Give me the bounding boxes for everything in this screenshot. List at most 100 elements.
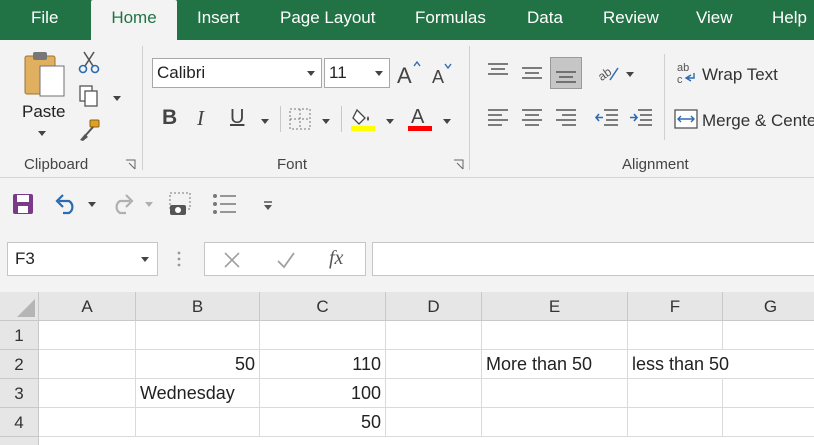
clipboard-launcher-icon[interactable] (125, 159, 136, 170)
font-color-dropdown-icon[interactable] (443, 119, 451, 124)
copy-icon[interactable] (78, 84, 100, 113)
cell-e2[interactable]: More than 50 (482, 350, 628, 379)
redo-dropdown-icon[interactable] (145, 202, 153, 207)
cell-c2[interactable]: 110 (260, 350, 386, 379)
column-header-c[interactable]: C (260, 292, 386, 321)
name-box-dropdown-icon[interactable] (141, 257, 149, 262)
cell-g4[interactable] (723, 408, 814, 437)
cell-a3[interactable] (39, 379, 136, 408)
name-box[interactable]: F3 (7, 242, 158, 276)
cell-c1[interactable] (260, 321, 386, 350)
save-icon[interactable] (12, 193, 34, 220)
tab-view[interactable]: View (696, 0, 733, 40)
cell-f3[interactable] (628, 379, 723, 408)
cell-a4[interactable] (39, 408, 136, 437)
bottom-align-icon[interactable] (550, 57, 582, 89)
drag-handle-icon[interactable] (177, 250, 181, 273)
orientation-icon[interactable]: ab (595, 60, 620, 89)
font-color-icon[interactable]: A (408, 104, 434, 137)
decrease-indent-icon[interactable] (594, 106, 620, 135)
column-header-e[interactable]: E (482, 292, 628, 321)
cell-c3[interactable]: 100 (260, 379, 386, 408)
undo-icon[interactable] (53, 193, 79, 220)
align-center-icon[interactable] (520, 106, 544, 135)
row-header-2[interactable]: 2 (0, 350, 39, 379)
column-header-d[interactable]: D (386, 292, 482, 321)
cell-b1[interactable] (136, 321, 260, 350)
align-left-icon[interactable] (486, 106, 510, 135)
merge-center-button[interactable]: Merge & Center (702, 111, 814, 131)
cell-b4[interactable] (136, 408, 260, 437)
undo-dropdown-icon[interactable] (88, 202, 96, 207)
select-all-corner[interactable] (0, 292, 39, 321)
tab-insert[interactable]: Insert (197, 0, 240, 40)
redo-icon[interactable] (110, 193, 136, 220)
font-name-combo[interactable]: Calibri (152, 58, 322, 88)
increase-font-size-icon[interactable]: A (396, 60, 422, 91)
cell-d4[interactable] (386, 408, 482, 437)
paste-label[interactable]: Paste (22, 102, 65, 122)
cell-d2[interactable] (386, 350, 482, 379)
column-header-g[interactable]: G (723, 292, 814, 321)
row-header-4[interactable]: 4 (0, 408, 39, 437)
font-size-dropdown-icon[interactable] (375, 71, 383, 76)
tab-page-layout[interactable]: Page Layout (280, 0, 375, 40)
increase-indent-icon[interactable] (628, 106, 654, 135)
cell-g1[interactable] (723, 321, 814, 350)
column-header-a[interactable]: A (39, 292, 136, 321)
tab-home[interactable]: Home (91, 0, 177, 40)
cell-a2[interactable] (39, 350, 136, 379)
customize-toolbar-icon[interactable] (262, 198, 274, 216)
fill-color-dropdown-icon[interactable] (386, 119, 394, 124)
paste-button[interactable] (22, 50, 68, 100)
cell-c4[interactable]: 50 (260, 408, 386, 437)
cell-d3[interactable] (386, 379, 482, 408)
tab-review[interactable]: Review (603, 0, 659, 40)
cell-e3[interactable] (482, 379, 628, 408)
cancel-icon[interactable] (223, 251, 241, 274)
cell-f4[interactable] (628, 408, 723, 437)
enter-check-icon[interactable] (276, 251, 296, 274)
fill-color-icon[interactable] (351, 104, 377, 137)
cell-b2[interactable]: 50 (136, 350, 260, 379)
bullet-list-icon[interactable] (212, 192, 238, 221)
tab-help[interactable]: Help (772, 0, 807, 40)
cell-g3[interactable] (723, 379, 814, 408)
insert-function-button[interactable]: fx (329, 247, 343, 270)
decrease-font-size-icon[interactable]: A (430, 62, 456, 93)
cell-d1[interactable] (386, 321, 482, 350)
borders-dropdown-icon[interactable] (322, 119, 330, 124)
column-header-f[interactable]: F (628, 292, 723, 321)
font-name-dropdown-icon[interactable] (307, 71, 315, 76)
merge-center-icon[interactable] (674, 108, 698, 135)
align-right-icon[interactable] (554, 106, 578, 135)
camera-icon[interactable] (168, 191, 194, 222)
cell-e1[interactable] (482, 321, 628, 350)
middle-align-icon[interactable] (520, 60, 544, 89)
cell-e4[interactable] (482, 408, 628, 437)
cell-f1[interactable] (628, 321, 723, 350)
borders-icon[interactable] (289, 108, 311, 135)
row-header-3[interactable]: 3 (0, 379, 39, 408)
column-header-b[interactable]: B (136, 292, 260, 321)
italic-button[interactable]: I (197, 106, 204, 131)
underline-button[interactable]: U (230, 106, 244, 129)
tab-formulas[interactable]: Formulas (415, 0, 486, 40)
tab-file[interactable]: File (31, 0, 58, 40)
paste-dropdown-icon[interactable] (38, 131, 46, 136)
bold-button[interactable]: B (162, 106, 177, 130)
wrap-text-button[interactable]: Wrap Text (702, 65, 778, 85)
wrap-text-icon[interactable]: ab c (676, 61, 698, 90)
orientation-dropdown-icon[interactable] (626, 72, 634, 77)
cut-icon[interactable] (78, 50, 100, 79)
font-launcher-icon[interactable] (453, 159, 464, 170)
format-painter-icon[interactable] (78, 118, 102, 147)
row-header-5[interactable]: 5 (0, 437, 39, 445)
tab-data[interactable]: Data (527, 0, 563, 40)
cell-f2[interactable]: less than 50 (628, 350, 729, 379)
underline-dropdown-icon[interactable] (261, 119, 269, 124)
cell-a1[interactable] (39, 321, 136, 350)
row-header-1[interactable]: 1 (0, 321, 39, 350)
formula-input[interactable] (372, 242, 814, 276)
cell-g2[interactable] (723, 350, 814, 379)
